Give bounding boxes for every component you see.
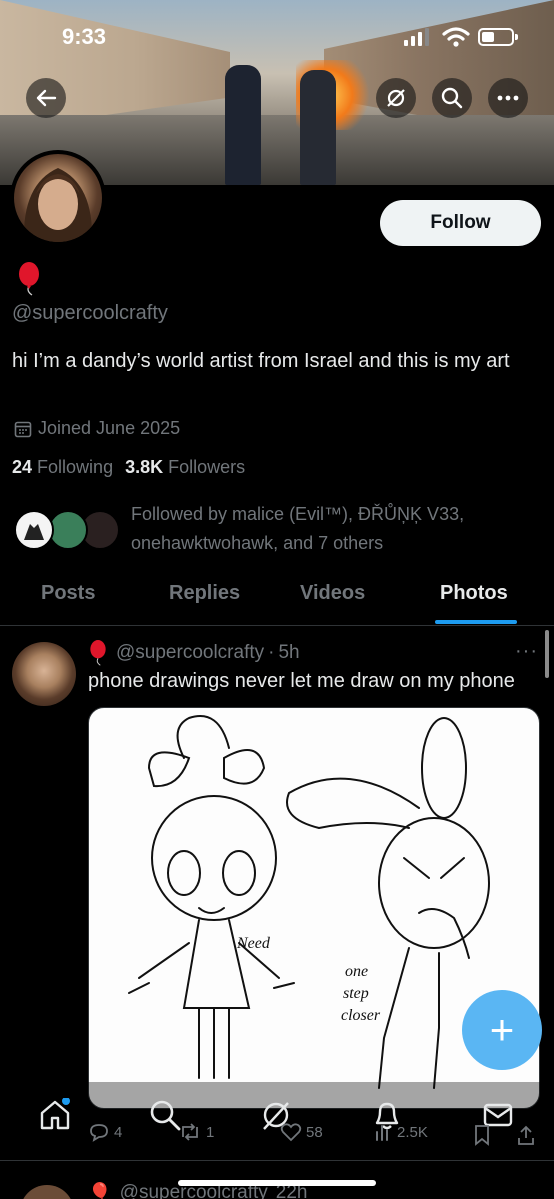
tab-replies[interactable]: Replies	[169, 582, 240, 605]
svg-text:closer: closer	[341, 1007, 381, 1024]
follower-avatar-1	[14, 510, 54, 550]
svg-text:one: one	[345, 963, 368, 980]
balloon-badge-icon	[16, 262, 42, 301]
share-icon[interactable]	[516, 1124, 536, 1146]
post-handle[interactable]: @supercoolcrafty	[116, 642, 264, 664]
like-button[interactable]: 58	[280, 1122, 323, 1142]
following-link[interactable]: 24 Following	[12, 457, 113, 477]
follow-button[interactable]: Follow	[380, 200, 541, 246]
like-icon	[280, 1123, 302, 1142]
next-post-emoji: 🎈	[88, 1183, 112, 1199]
scrollbar[interactable]	[545, 630, 549, 678]
home-icon[interactable]	[38, 1098, 72, 1132]
profile-avatar[interactable]	[10, 150, 106, 246]
post-avatar[interactable]	[12, 642, 76, 706]
profile-bio: hi I’m a dandy’s world artist from Israe…	[12, 350, 510, 372]
tab-photos[interactable]: Photos	[440, 582, 508, 605]
followed-by-text[interactable]: Followed by malice (Evil™), ĐŘŮŅĶ V33, o…	[131, 500, 541, 558]
svg-text:step: step	[343, 985, 369, 1002]
followers-link[interactable]: 3.8K Followers	[125, 457, 245, 477]
views-button[interactable]: 2.5K	[373, 1122, 428, 1142]
follower-avatar-2	[48, 510, 88, 550]
battery-icon	[478, 28, 518, 46]
repost-button[interactable]: 1	[178, 1122, 214, 1142]
views-icon	[376, 1125, 388, 1141]
status-bar: 9:33	[0, 22, 554, 52]
mute-icon[interactable]	[376, 78, 416, 118]
post-text: phone drawings never let me draw on my p…	[88, 670, 515, 692]
post-time: 5h	[278, 642, 300, 663]
bookmark-icon[interactable]	[473, 1124, 491, 1146]
tab-posts[interactable]: Posts	[41, 582, 95, 605]
post-actions: 4 1 58 2.5K	[88, 1122, 540, 1150]
reply-button[interactable]: 4	[88, 1122, 122, 1142]
post-header: @supercoolcrafty · 5h	[88, 640, 300, 666]
search-icon[interactable]	[432, 78, 472, 118]
status-time: 9:33	[62, 24, 107, 49]
tab-videos[interactable]: Videos	[300, 582, 365, 605]
back-arrow-icon[interactable]	[26, 78, 66, 118]
active-tab-indicator	[435, 620, 517, 624]
wifi-icon	[442, 27, 470, 47]
profile-tabs: Posts Replies Videos Photos	[0, 570, 554, 626]
follow-stats: 24 Following 3.8K Followers	[12, 457, 245, 478]
post-more-icon[interactable]: ···	[515, 640, 538, 663]
svg-text:Need: Need	[236, 935, 271, 952]
reply-icon	[90, 1124, 108, 1142]
profile-handle: @supercoolcrafty	[12, 302, 168, 324]
repost-icon	[182, 1123, 198, 1141]
next-post-avatar[interactable]	[20, 1185, 74, 1199]
more-icon[interactable]	[488, 78, 528, 118]
balloon-icon	[90, 640, 106, 666]
calendar-icon	[14, 421, 32, 437]
joined-date: Joined June 2025	[14, 418, 180, 439]
compose-plus-icon[interactable]: +	[462, 990, 542, 1070]
cellular-signal-icon	[404, 28, 429, 46]
home-indicator[interactable]	[178, 1180, 376, 1186]
